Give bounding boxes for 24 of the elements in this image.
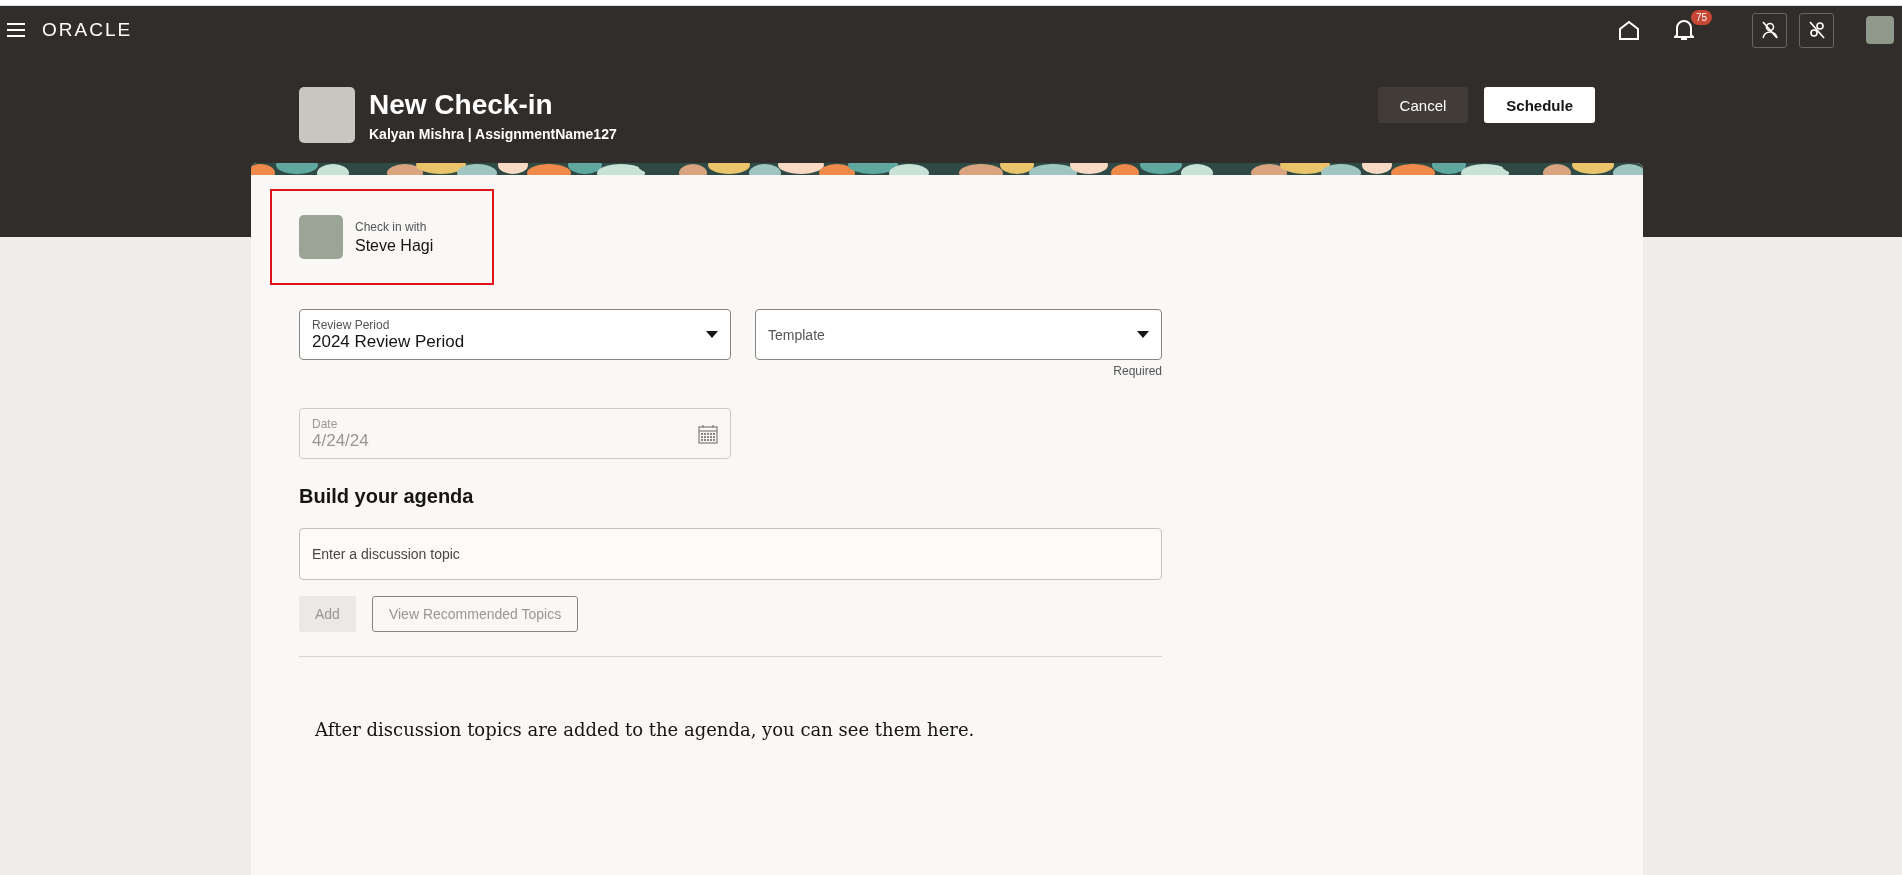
check-in-label: Check in with [355, 219, 428, 234]
notification-count: 75 [1690, 10, 1712, 25]
required-hint: Required [1112, 364, 1162, 378]
link-off-icon[interactable] [1799, 12, 1834, 48]
employee-assignment: Kalyan Mishra | AssignmentName127 [369, 126, 617, 142]
logo[interactable]: ORACLE [42, 19, 133, 41]
home-icon[interactable] [1618, 20, 1640, 40]
empty-agenda-message: After discussion topics are added to the agenda, you can see them here. [315, 719, 976, 740]
employee-photo-placeholder [299, 87, 355, 143]
select-field[interactable]: Review Period 2024 Review Period [299, 309, 731, 360]
notifications-icon[interactable] [1674, 19, 1694, 41]
section-heading: Build your agenda [299, 485, 475, 508]
manager-name: Steve Hagi [355, 236, 434, 255]
primary-button[interactable]: Schedule [1484, 87, 1595, 123]
topic-input-field[interactable]: Enter a discussion topic [299, 528, 1162, 580]
person-off-icon[interactable] [1752, 12, 1787, 48]
menu-icon[interactable] [6, 22, 26, 38]
secondary-button[interactable]: Cancel [1377, 87, 1469, 123]
select-field[interactable]: Template [755, 309, 1162, 360]
dropdown-caret-icon [706, 331, 718, 338]
page-title: New Check-in [369, 88, 554, 122]
calendar-icon [698, 423, 718, 444]
dropdown-caret-icon [1137, 331, 1149, 338]
manager-photo-placeholder [299, 215, 343, 259]
